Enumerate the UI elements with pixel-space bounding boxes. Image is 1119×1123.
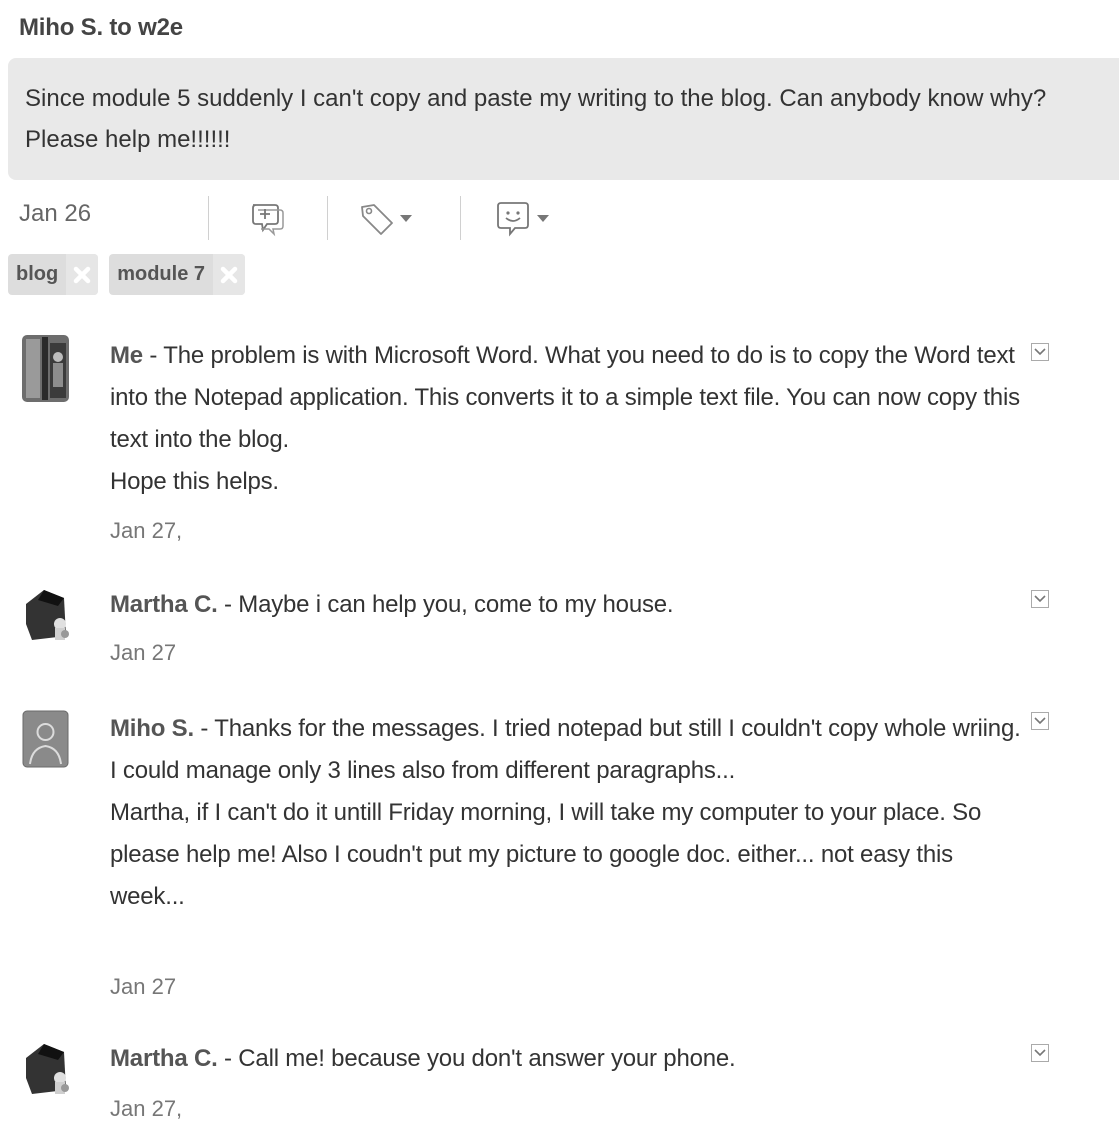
avatar[interactable] bbox=[22, 710, 69, 768]
comment-menu-button[interactable] bbox=[1031, 712, 1049, 730]
comment-text: Martha, if I can't do it untill Friday m… bbox=[110, 799, 982, 910]
comment-date: Jan 27, bbox=[110, 518, 183, 543]
separator: - bbox=[193, 715, 215, 742]
comment-body: Me - The problem is with Microsoft Word.… bbox=[110, 335, 1025, 503]
chevron-down-icon bbox=[1034, 595, 1046, 603]
comment-date: Jan 27 bbox=[110, 974, 177, 999]
comment-body: Martha C. - Maybe i can help you, come t… bbox=[110, 584, 1025, 626]
remove-tag-button[interactable] bbox=[66, 254, 99, 295]
divider bbox=[327, 196, 328, 240]
comment-body: Martha C. - Call me! because you don't a… bbox=[110, 1038, 1025, 1080]
comment-author[interactable]: Martha C. bbox=[110, 591, 218, 618]
chevron-down-icon bbox=[1034, 1049, 1046, 1057]
close-icon bbox=[73, 266, 91, 283]
remove-tag-button[interactable] bbox=[213, 254, 246, 295]
comment-author[interactable]: Martha C. bbox=[110, 1045, 218, 1072]
separator: - bbox=[217, 591, 239, 618]
post-body: Since module 5 suddenly I can't copy and… bbox=[8, 58, 1119, 180]
divider bbox=[208, 196, 209, 240]
tag-label: module 7 bbox=[117, 263, 206, 285]
comment-text: Maybe i can help you, come to my house. bbox=[238, 591, 674, 618]
comment-text: The problem is with Microsoft Word. What… bbox=[110, 342, 1020, 453]
close-icon bbox=[220, 266, 238, 283]
emoticon-icon bbox=[493, 199, 533, 237]
tag-module-7[interactable]: module 7 bbox=[109, 254, 246, 295]
avatar[interactable] bbox=[22, 584, 69, 640]
tag-icon bbox=[356, 199, 396, 237]
comment-author[interactable]: Me bbox=[110, 342, 143, 369]
emoticon-menu-button[interactable] bbox=[493, 198, 549, 238]
tag-label: blog bbox=[16, 263, 59, 285]
comment-text: Hope this helps. bbox=[110, 468, 279, 495]
conversation-header: Miho S. to w2e bbox=[19, 14, 183, 41]
comment-menu-button[interactable] bbox=[1031, 343, 1049, 361]
comment-text: Call me! because you don't answer your p… bbox=[238, 1045, 736, 1072]
add-comment-icon bbox=[247, 199, 287, 237]
comment-body: Miho S. - Thanks for the messages. I tri… bbox=[110, 708, 1025, 918]
comment-date: Jan 27, bbox=[110, 1096, 183, 1121]
chevron-down-icon bbox=[537, 214, 549, 222]
separator: - bbox=[217, 1045, 239, 1072]
post-meta-bar: Jan 26 bbox=[19, 196, 619, 242]
tag-menu-button[interactable] bbox=[356, 198, 412, 238]
separator: - bbox=[142, 342, 164, 369]
chevron-down-icon bbox=[1034, 348, 1046, 356]
add-comment-button[interactable] bbox=[247, 198, 287, 238]
comment-date: Jan 27 bbox=[110, 640, 177, 665]
comment-author[interactable]: Miho S. bbox=[110, 715, 194, 742]
comment-menu-button[interactable] bbox=[1031, 590, 1049, 608]
comment-text: Thanks for the messages. I tried notepad… bbox=[110, 715, 1021, 784]
tag-blog[interactable]: blog bbox=[8, 254, 99, 295]
chevron-down-icon bbox=[1034, 717, 1046, 725]
post-date: Jan 26 bbox=[19, 200, 92, 227]
avatar[interactable] bbox=[22, 335, 69, 402]
divider bbox=[460, 196, 461, 240]
avatar[interactable] bbox=[22, 1038, 69, 1094]
comment-menu-button[interactable] bbox=[1031, 1044, 1049, 1062]
chevron-down-icon bbox=[400, 214, 412, 222]
tag-list: blog module 7 bbox=[8, 254, 246, 295]
